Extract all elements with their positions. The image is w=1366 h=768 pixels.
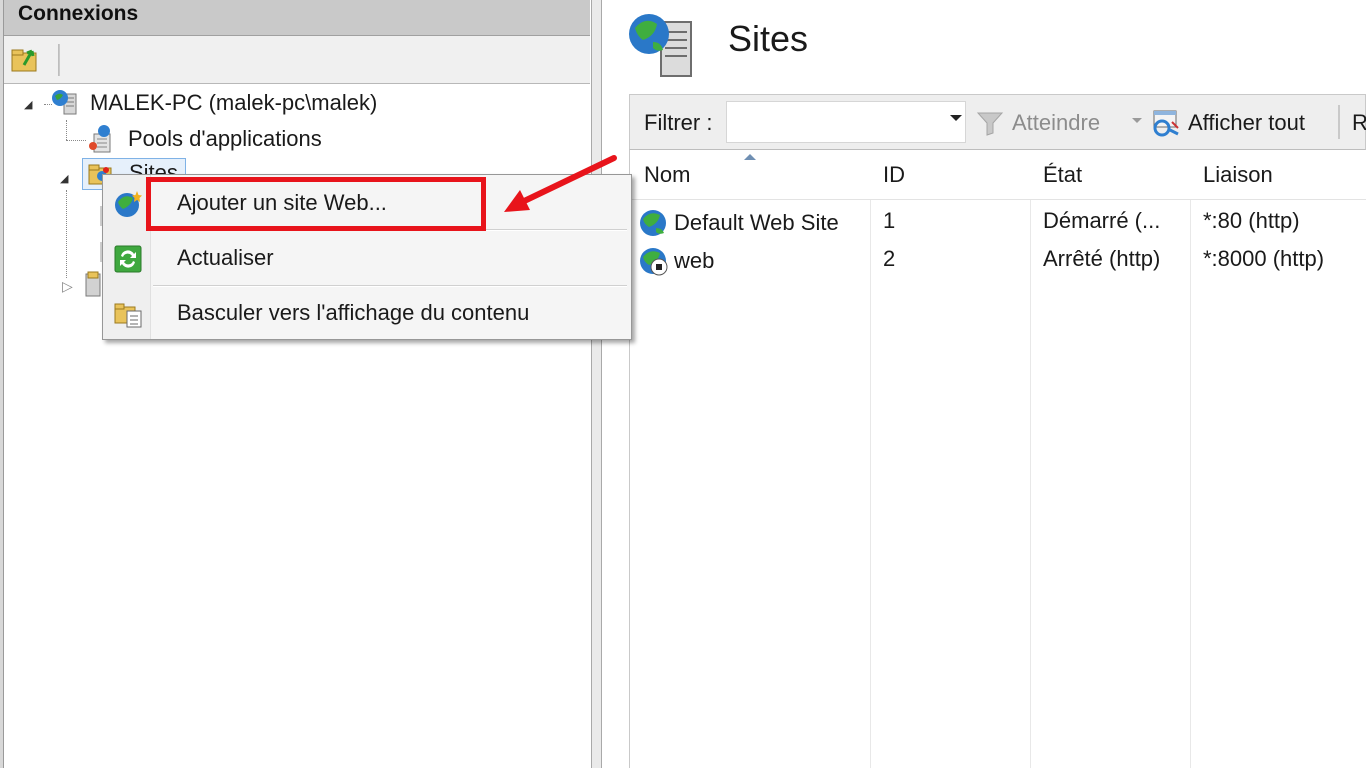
globe-stopped-icon <box>640 248 668 276</box>
menu-item-label: Basculer vers l'affichage du contenu <box>177 300 530 325</box>
site-name: web <box>674 248 715 273</box>
table-row[interactable]: web 2 Arrêté (http) *:8000 (http) <box>630 240 1366 278</box>
table-row[interactable]: Default Web Site 1 Démarré (... *:80 (ht… <box>630 202 1366 240</box>
filter-dropdown-icon[interactable] <box>950 115 962 121</box>
cell-id: 2 <box>883 246 896 271</box>
goto-dropdown-icon[interactable] <box>1132 118 1142 123</box>
cell-state: Démarré (... <box>1043 208 1161 233</box>
connections-title: Connexions <box>18 2 139 25</box>
column-header-binding[interactable]: Liaison <box>1203 162 1273 188</box>
page-title: Sites <box>728 18 809 59</box>
refresh-icon <box>114 245 142 273</box>
sort-ascending-icon <box>744 154 756 160</box>
connections-pane: Connexions ◢ MALEK-PC (malek-pc\malek) P… <box>0 0 592 768</box>
app-pools-label: Pools d'applications <box>128 126 322 151</box>
show-all-label: Afficher tout <box>1188 110 1305 135</box>
menu-item-label: Ajouter un site Web... <box>177 190 387 215</box>
server-globe-icon <box>52 90 77 115</box>
collapse-icon[interactable]: ◢ <box>24 98 32 111</box>
connections-header: Connexions <box>4 0 590 36</box>
menu-item-refresh[interactable]: Actualiser <box>105 234 629 282</box>
funnel-icon <box>976 112 1004 136</box>
pane-splitter[interactable] <box>592 0 602 768</box>
sites-page: Sites Filtrer : Atteindre Afficher tout … <box>603 0 1366 768</box>
grid-header: Nom ID État Liaison <box>630 150 1366 200</box>
menu-separator <box>153 285 627 287</box>
content-view-icon <box>114 303 142 328</box>
cell-id: 1 <box>883 208 896 233</box>
show-all-button[interactable]: Afficher tout <box>1150 105 1305 141</box>
cell-name: web <box>638 246 714 276</box>
column-header-state[interactable]: État <box>1043 162 1082 188</box>
filter-toolbar: Filtrer : Atteindre Afficher tout R <box>629 94 1366 150</box>
goto-button[interactable]: Atteindre <box>976 105 1100 141</box>
connect-icon[interactable] <box>10 45 40 75</box>
menu-item-switch-content-view[interactable]: Basculer vers l'affichage du contenu <box>105 289 629 337</box>
annotation-arrow-icon <box>504 155 617 212</box>
toolbar-overflow-button[interactable]: R <box>1352 110 1366 136</box>
site-name: Default Web Site <box>674 210 839 235</box>
toolbar-separator <box>58 44 60 76</box>
column-header-id[interactable]: ID <box>883 162 905 188</box>
app-pools-icon <box>89 125 111 153</box>
goto-label: Atteindre <box>1012 110 1101 135</box>
cell-binding: *:80 (http) <box>1203 208 1300 233</box>
server-node-icon <box>85 271 101 297</box>
tree-connector <box>66 190 67 278</box>
menu-separator <box>153 229 627 231</box>
expand-icon[interactable]: ▷ <box>62 278 73 295</box>
tree-connector <box>66 120 67 140</box>
menu-item-label: Actualiser <box>177 245 274 270</box>
show-all-icon <box>1153 110 1179 137</box>
toolbar-separator <box>1338 105 1340 139</box>
cell-state: Arrêté (http) <box>1043 246 1161 271</box>
connections-toolbar <box>4 36 590 84</box>
sites-grid: Nom ID État Liaison Default Web Site 1 D… <box>629 150 1366 768</box>
cell-binding: *:8000 (http) <box>1203 246 1325 271</box>
sites-page-icon <box>629 14 692 77</box>
globe-site-icon <box>640 210 666 236</box>
tree-connector <box>66 140 86 141</box>
globe-add-icon <box>115 191 142 217</box>
column-header-name[interactable]: Nom <box>644 162 690 188</box>
server-label: MALEK-PC (malek-pc\malek) <box>90 90 378 115</box>
cell-name: Default Web Site <box>638 208 839 238</box>
filter-label: Filtrer : <box>644 110 713 135</box>
filter-input[interactable] <box>726 101 966 143</box>
sites-collapse-icon[interactable]: ◢ <box>60 172 68 185</box>
